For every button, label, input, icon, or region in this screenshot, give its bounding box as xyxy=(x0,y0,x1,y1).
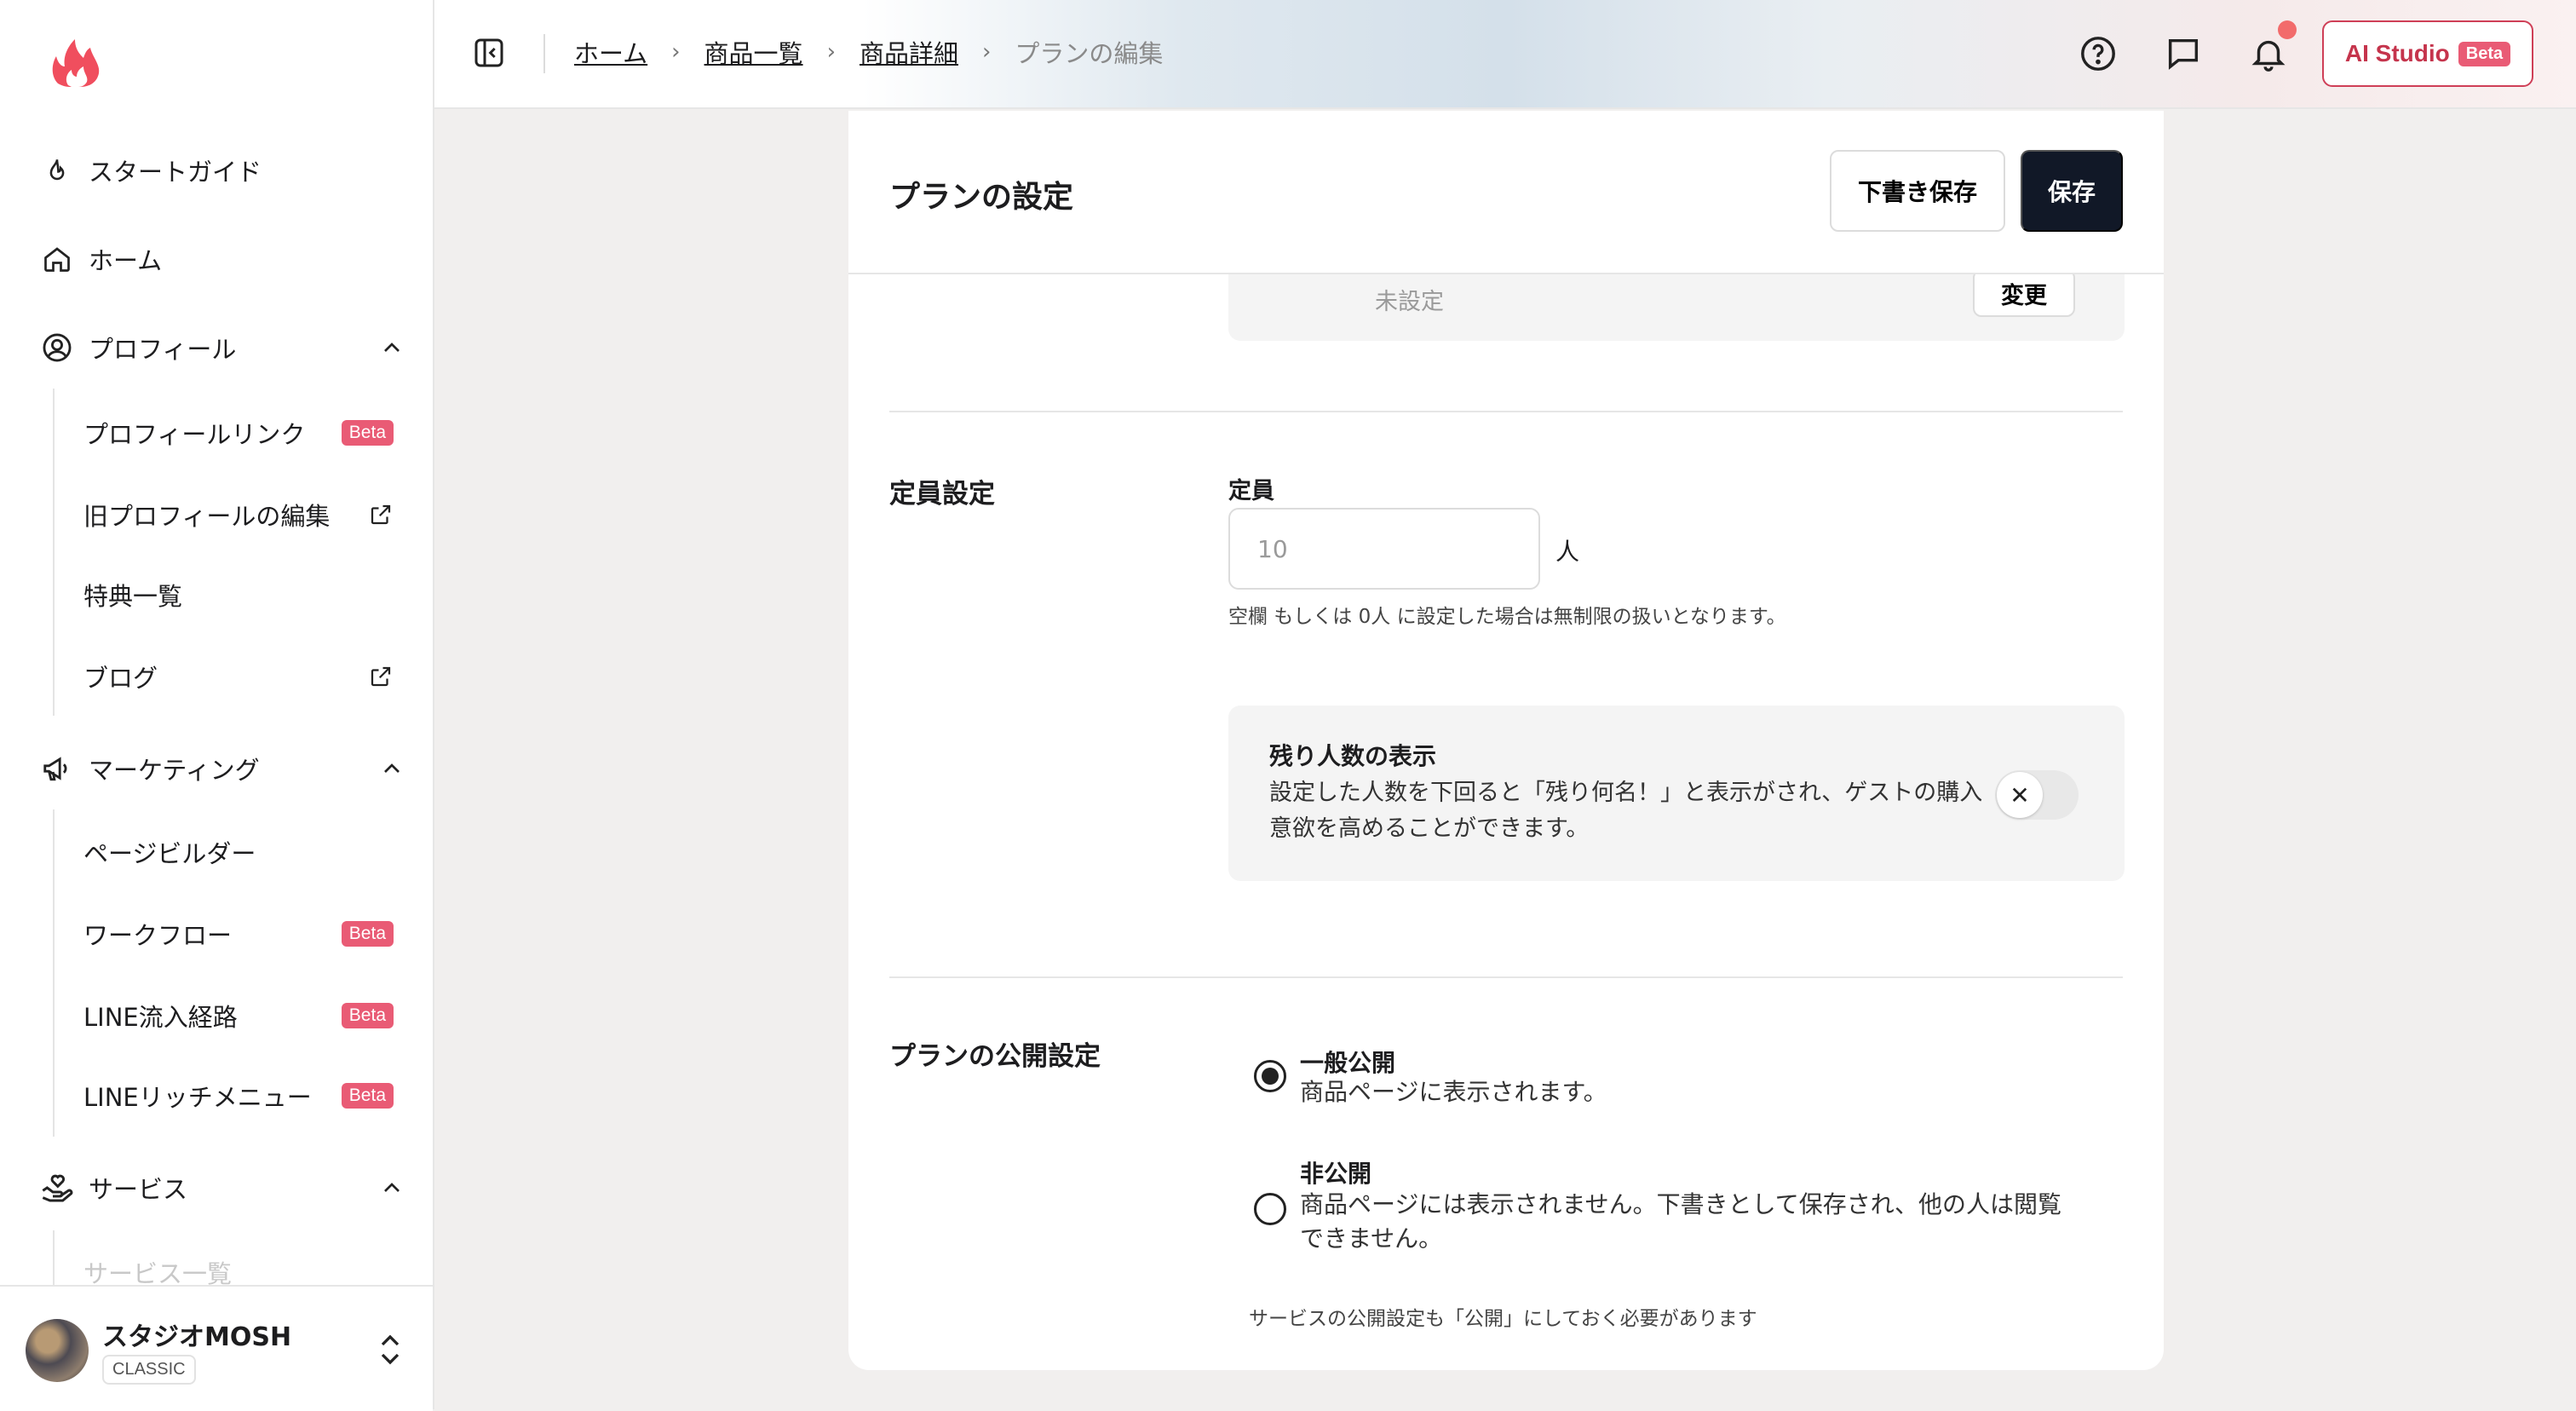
sidebar-item-benefits[interactable]: 特典一覧 xyxy=(83,571,394,619)
ai-studio-label: AI Studio xyxy=(2344,40,2450,66)
option-title: 非公開 xyxy=(1300,1160,1372,1188)
remaining-display-desc: 設定した人数を下回ると「残り何名！」と表示がされ、ゲストの購入意欲を高めることが… xyxy=(1269,780,1983,842)
sidebar-item-line-route[interactable]: LINE流入経路 Beta xyxy=(83,992,394,1040)
submenu-rail xyxy=(53,809,55,1137)
sidebar-item-old-profile-edit[interactable]: 旧プロフィールの編集 xyxy=(83,491,394,538)
radio-private[interactable] xyxy=(1254,1193,1286,1225)
chevron-up-icon[interactable] xyxy=(378,1174,405,1201)
sub-label: ページビルダー xyxy=(83,839,256,868)
capacity-help-text: 空欄 もしくは 0人 に設定した場合は無制限の扱いとなります。 xyxy=(1228,606,1786,628)
chevron-right-icon: › xyxy=(671,39,681,65)
breadcrumb: ホーム › 商品一覧 › 商品詳細 › プランの編集 xyxy=(574,34,1163,70)
top-header: ホーム › 商品一覧 › 商品詳細 › プランの編集 AI Studio Bet… xyxy=(434,0,2576,109)
nav-label: プロフィール xyxy=(89,335,237,364)
chat-icon[interactable] xyxy=(2164,34,2203,73)
chevron-right-icon: › xyxy=(981,39,992,65)
page-title: プランの設定 xyxy=(889,180,1074,215)
capacity-section-label: 定員設定 xyxy=(889,479,995,510)
sidebar-item-page-builder[interactable]: ページビルダー xyxy=(83,828,394,876)
nav-home[interactable]: ホーム xyxy=(39,233,405,285)
notification-dot xyxy=(2278,20,2297,39)
sidebar-item-workflow[interactable]: ワークフロー Beta xyxy=(83,910,394,958)
header-divider xyxy=(543,34,545,73)
change-button[interactable]: 変更 xyxy=(1973,269,2075,317)
nav-label: スタートガイド xyxy=(89,158,262,187)
section-divider xyxy=(889,411,2123,412)
section-divider xyxy=(889,976,2123,978)
sidebar-item-blog[interactable]: ブログ xyxy=(83,653,394,700)
unset-value: 未設定 xyxy=(1375,289,1444,315)
megaphone-icon xyxy=(39,751,75,786)
visibility-note: サービスの公開設定も「公開」にしておく必要があります xyxy=(1249,1308,1757,1330)
sub-label: 特典一覧 xyxy=(83,582,183,611)
external-link-icon xyxy=(371,666,391,687)
ai-studio-button[interactable]: AI Studio Beta xyxy=(2322,20,2533,87)
bell-icon[interactable] xyxy=(2249,34,2288,73)
nav-start-guide[interactable]: スタートガイド xyxy=(39,145,405,196)
close-icon: ✕ xyxy=(1997,772,2043,818)
beta-badge: Beta xyxy=(2458,41,2511,66)
remaining-display-toggle[interactable]: ✕ xyxy=(1995,770,2079,820)
beta-badge: Beta xyxy=(341,1083,394,1109)
radio-public[interactable] xyxy=(1254,1060,1286,1092)
brand-logo-icon[interactable] xyxy=(46,32,106,92)
sub-label: LINEリッチメニュー xyxy=(83,1083,312,1112)
sub-label: 旧プロフィールの編集 xyxy=(83,502,331,531)
visibility-section-label: プランの公開設定 xyxy=(889,1041,1101,1072)
sidebar-item-line-rich-menu[interactable]: LINEリッチメニュー Beta xyxy=(83,1072,394,1120)
card-header: プランの設定 下書き保存 保存 xyxy=(848,111,2164,274)
plan-badge: CLASSIC xyxy=(102,1355,196,1385)
submenu-rail xyxy=(53,1230,55,1285)
nav-label: ホーム xyxy=(89,246,163,275)
help-icon[interactable] xyxy=(2079,34,2118,73)
nav-label: サービス xyxy=(89,1175,188,1204)
option-title: 一般公開 xyxy=(1300,1049,1396,1077)
sidebar: スタートガイド ホーム プロフィール プロフィールリンク Beta 旧プロフィー… xyxy=(0,0,434,1411)
nav-profile[interactable]: プロフィール xyxy=(39,322,405,373)
option-desc: 商品ページには表示されません。下書きとして保存され、他の人は閲覧できません。 xyxy=(1300,1190,2062,1253)
capacity-unit: 人 xyxy=(1555,538,1580,566)
avatar xyxy=(26,1319,89,1382)
hand-heart-icon xyxy=(39,1170,75,1206)
submenu-rail xyxy=(53,389,55,716)
beta-badge: Beta xyxy=(341,921,394,947)
remaining-display-title: 残り人数の表示 xyxy=(1269,742,1437,770)
breadcrumb-product-detail[interactable]: 商品詳細 xyxy=(860,34,958,70)
breadcrumb-product-list[interactable]: 商品一覧 xyxy=(704,34,803,70)
user-name: スタジオMOSH xyxy=(102,1322,292,1352)
option-desc: 商品ページに表示されます。 xyxy=(1300,1078,1607,1106)
sidebar-item-profile-link[interactable]: プロフィールリンク Beta xyxy=(83,409,394,457)
breadcrumb-current: プランの編集 xyxy=(1015,39,1164,68)
sub-label: ブログ xyxy=(83,664,158,693)
nav-marketing[interactable]: マーケティング xyxy=(39,743,405,794)
breadcrumb-home[interactable]: ホーム xyxy=(574,34,647,70)
beta-badge: Beta xyxy=(341,1003,394,1028)
chevron-right-icon: › xyxy=(826,39,836,65)
account-switcher[interactable]: スタジオMOSH CLASSIC xyxy=(0,1285,433,1411)
flame-icon xyxy=(39,153,75,188)
save-button[interactable]: 保存 xyxy=(2021,150,2123,232)
external-link-icon xyxy=(371,504,391,525)
remaining-display-box: 残り人数の表示 設定した人数を下回ると「残り何名！」と表示がされ、ゲストの購入意… xyxy=(1228,706,2125,881)
nav-label: マーケティング xyxy=(89,756,260,785)
chevron-up-down-icon[interactable] xyxy=(375,1331,405,1368)
sub-label: LINE流入経路 xyxy=(83,1003,238,1032)
capacity-input[interactable] xyxy=(1228,508,1540,590)
save-draft-button[interactable]: 下書き保存 xyxy=(1830,150,2005,232)
user-circle-icon xyxy=(39,330,75,366)
home-icon xyxy=(39,241,75,277)
beta-badge: Beta xyxy=(341,420,394,446)
sub-label: プロフィールリンク xyxy=(83,420,306,449)
capacity-field-label: 定員 xyxy=(1228,478,1274,504)
sidebar-toggle-icon[interactable] xyxy=(472,36,506,70)
chevron-up-icon[interactable] xyxy=(378,334,405,361)
chevron-up-icon[interactable] xyxy=(378,755,405,782)
nav-service[interactable]: サービス xyxy=(39,1162,405,1213)
sub-label: ワークフロー xyxy=(83,921,233,950)
plan-settings-card: プランの設定 下書き保存 保存 未設定 変更 定員設定 定員 人 空欄 もしくは… xyxy=(848,111,2164,1370)
